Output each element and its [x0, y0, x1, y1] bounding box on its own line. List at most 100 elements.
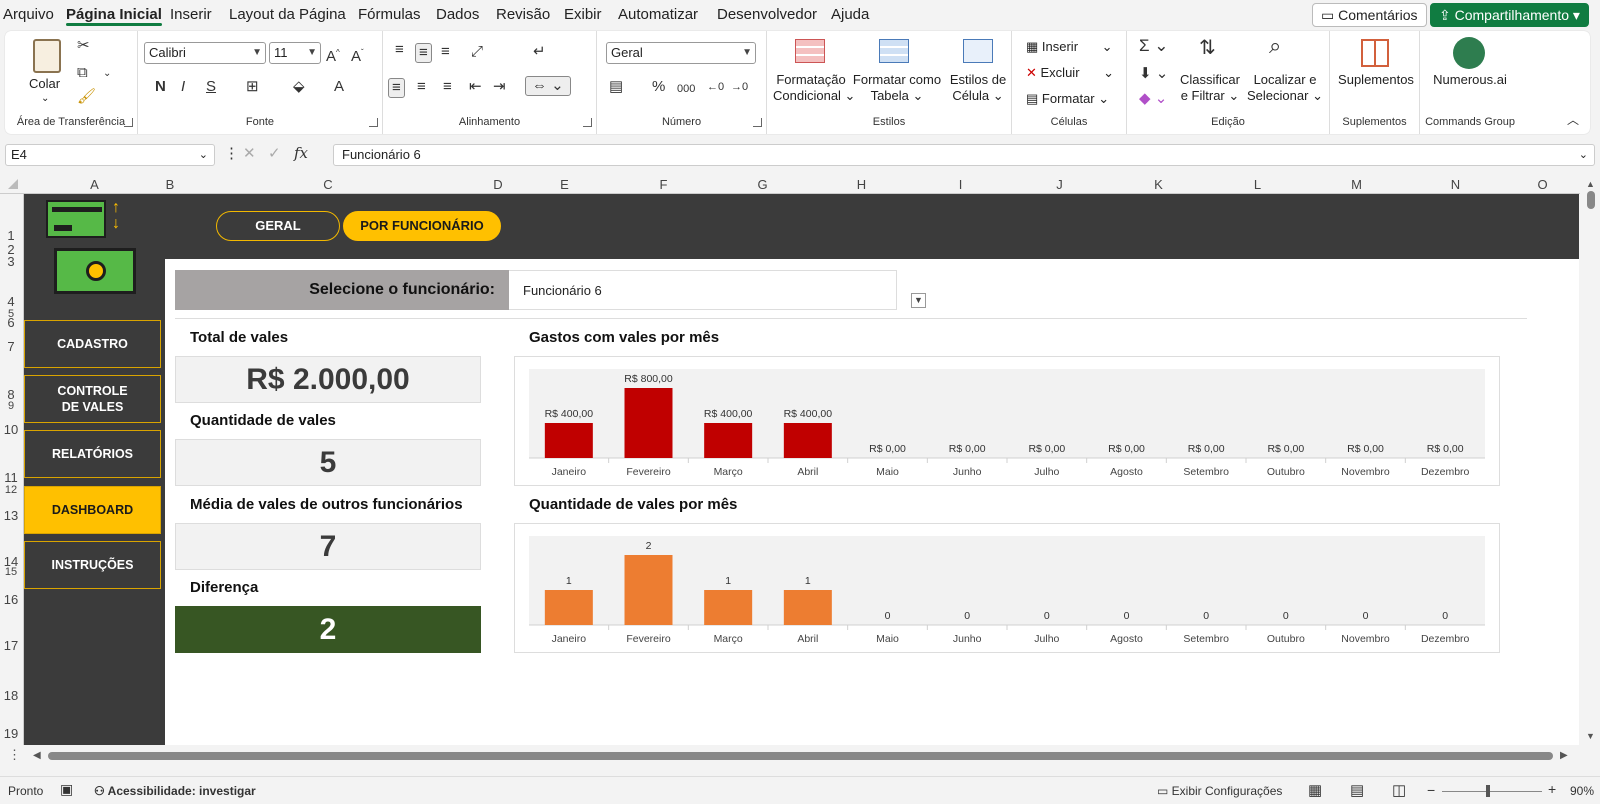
row-header[interactable]: 1 — [0, 228, 22, 243]
sheet-options-icon[interactable]: ⋮ — [8, 747, 21, 763]
number-launcher-icon[interactable] — [753, 118, 762, 127]
formula-input[interactable]: Funcionário 6 ⌄ — [333, 144, 1595, 166]
insert-cells-button[interactable]: ▦ Inserir ⌄ — [1026, 39, 1113, 55]
paste-dropdown-icon[interactable]: ⌄ — [41, 91, 49, 107]
addins-button[interactable]: Suplementos — [1338, 72, 1414, 88]
menu-automatizar[interactable]: Automatizar — [618, 6, 698, 23]
currency-icon[interactable]: ▤ — [609, 78, 623, 96]
row-header[interactable]: 10 — [0, 422, 22, 437]
row-header[interactable]: 6 — [0, 315, 22, 330]
column-header[interactable]: K — [1109, 177, 1208, 192]
column-header[interactable]: F — [614, 177, 713, 192]
cell-styles-button[interactable]: Estilos de Célula ⌄ — [945, 72, 1011, 104]
tab-geral[interactable]: GERAL — [216, 211, 340, 241]
row-header[interactable]: 12 — [0, 484, 22, 496]
menu-ajuda[interactable]: Ajuda — [831, 6, 869, 23]
column-header[interactable]: L — [1208, 177, 1307, 192]
zoom-in-icon[interactable]: + — [1548, 781, 1556, 797]
tab-por-funcionario[interactable]: POR FUNCIONÁRIO — [343, 211, 501, 241]
paste-icon[interactable] — [33, 39, 61, 73]
worksheet[interactable]: ↑ ↓ GERAL POR FUNCIONÁRIO CADASTRO CONTRO… — [24, 194, 1579, 745]
numerous-ai-icon[interactable] — [1453, 37, 1485, 69]
row-header[interactable]: 11 — [0, 470, 22, 485]
format-table-button[interactable]: Formatar como Tabela ⌄ — [852, 72, 942, 104]
font-color-icon[interactable]: A — [334, 78, 344, 96]
chart-quantity[interactable]: 1 Janeiro 2 Fevereiro 1 Março 1 Abril 0 Maio 0 Junh… — [514, 523, 1500, 653]
horizontal-scroll-thumb[interactable] — [48, 752, 1553, 760]
normal-view-icon[interactable]: ▦ — [1308, 781, 1322, 799]
zoom-out-icon[interactable]: − — [1427, 782, 1435, 798]
more-options-icon[interactable]: ⋮ — [224, 145, 239, 163]
fill-icon[interactable]: ⬇ ⌄ — [1139, 65, 1168, 83]
bar[interactable] — [783, 423, 832, 458]
bar[interactable] — [783, 590, 832, 625]
menu-arquivo[interactable]: Arquivo — [3, 6, 54, 23]
menu-dados[interactable]: Dados — [436, 6, 479, 23]
format-cells-button[interactable]: ▤ Formatar ⌄ — [1026, 91, 1109, 107]
nav-controle-de-vales[interactable]: CONTROLE DE VALES — [24, 375, 161, 423]
column-header[interactable]: E — [515, 177, 614, 192]
paste-button[interactable]: Colar — [29, 76, 60, 92]
underline-icon[interactable]: S — [206, 78, 216, 96]
comments-button[interactable]: ▭ Comentários — [1312, 3, 1427, 27]
nav-dashboard[interactable]: DASHBOARD — [24, 486, 161, 534]
scroll-right-icon[interactable]: ▶ — [1560, 750, 1568, 761]
zoom-slider-thumb[interactable] — [1486, 785, 1490, 797]
copy-dropdown-icon[interactable]: ⌄ — [103, 65, 111, 83]
decrease-font-icon[interactable]: Aˇ — [351, 44, 364, 66]
bar[interactable] — [544, 590, 593, 625]
scroll-up-icon[interactable]: ▲ — [1586, 179, 1595, 189]
row-header[interactable]: 9 — [0, 400, 22, 412]
collapse-ribbon-icon[interactable]: ︿ — [1567, 111, 1579, 129]
column-header[interactable]: O — [1505, 177, 1580, 192]
align-center-icon[interactable]: ≡ — [417, 78, 426, 96]
menu-exibir[interactable]: Exibir — [564, 6, 602, 23]
menu-revisao[interactable]: Revisão — [496, 6, 550, 23]
row-header[interactable]: 15 — [0, 566, 22, 578]
nav-instrucoes[interactable]: INSTRUÇÕES — [24, 541, 161, 589]
row-header[interactable]: 4 — [0, 294, 22, 309]
fill-color-icon[interactable]: ⬙ — [293, 78, 305, 96]
clipboard-launcher-icon[interactable] — [124, 118, 133, 127]
copy-icon[interactable]: ⧉ — [77, 64, 88, 82]
accessibility-status[interactable]: ⚇ Acessibilidade: investigar — [94, 784, 256, 798]
delete-cells-button[interactable]: ✕ Excluir ⌄ — [1026, 65, 1114, 81]
display-settings[interactable]: ▭ Exibir Configurações — [1157, 784, 1282, 798]
row-header[interactable]: 18 — [0, 688, 22, 703]
conditional-format-icon[interactable] — [795, 39, 825, 63]
align-bottom-icon[interactable]: ≡ — [441, 43, 450, 61]
addins-icon[interactable] — [1361, 39, 1389, 67]
chart-spending[interactable]: R$ 400,00 Janeiro R$ 800,00 Fevereiro R$ 400… — [514, 356, 1500, 486]
align-right-icon[interactable]: ≡ — [443, 78, 452, 96]
row-header[interactable]: 7 — [0, 339, 22, 354]
column-header[interactable]: I — [911, 177, 1010, 192]
conditional-format-button[interactable]: Formatação Condicional ⌄ — [773, 72, 855, 104]
row-header[interactable]: 13 — [0, 508, 22, 523]
row-header[interactable]: 3 — [0, 254, 22, 269]
increase-decimal-icon[interactable]: ←0 — [707, 78, 724, 96]
find-icon[interactable]: ⌕ — [1269, 35, 1281, 57]
column-header[interactable]: C — [175, 177, 481, 192]
merge-center-icon[interactable]: ⇔ ⌄ — [525, 76, 571, 96]
font-family-select[interactable]: Calibri ▼ — [144, 42, 266, 64]
vertical-scrollbar[interactable]: ▲ ▼ — [1582, 175, 1600, 745]
sort-filter-button[interactable]: Classificar e Filtrar ⌄ — [1177, 72, 1243, 104]
autosum-icon[interactable]: Σ ⌄ — [1139, 37, 1168, 55]
sort-filter-icon[interactable]: ⇅ — [1199, 38, 1216, 58]
nav-relatorios[interactable]: RELATÓRIOS — [24, 430, 161, 478]
menu-formulas[interactable]: Fórmulas — [358, 6, 421, 23]
bar[interactable] — [704, 590, 753, 625]
wrap-text-icon[interactable]: ↵ — [533, 43, 546, 61]
menu-inserir[interactable]: Inserir — [170, 6, 212, 23]
horizontal-scrollbar[interactable]: ⋮ ◀ ▶ — [0, 747, 1600, 765]
orientation-icon[interactable]: ⤢ — [471, 43, 483, 61]
row-header[interactable]: 17 — [0, 638, 22, 653]
font-size-select[interactable]: 11 ▼ — [269, 42, 321, 64]
format-painter-icon[interactable]: 🖌 — [77, 88, 96, 106]
vertical-scroll-thumb[interactable] — [1587, 191, 1595, 209]
decrease-decimal-icon[interactable]: →0 — [731, 78, 748, 96]
column-header[interactable]: G — [713, 177, 812, 192]
increase-font-icon[interactable]: A^ — [326, 44, 340, 66]
align-top-icon[interactable]: ≡ — [395, 41, 404, 59]
format-table-icon[interactable] — [879, 39, 909, 63]
